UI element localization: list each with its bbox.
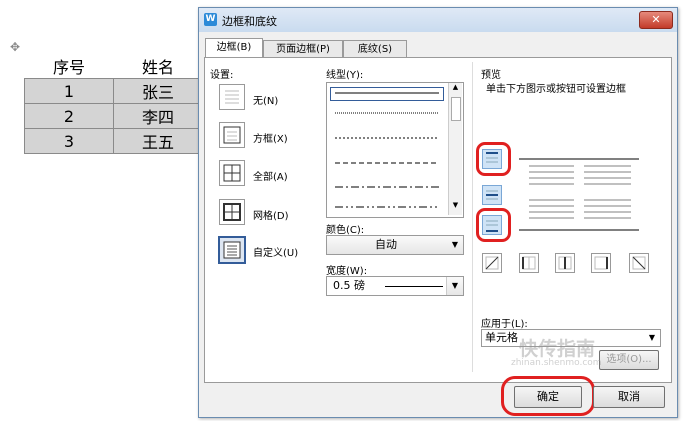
table-cell[interactable]: 王五: [113, 128, 203, 154]
right-border-icon[interactable]: [591, 253, 611, 273]
table-header-cell[interactable]: 姓名: [113, 54, 203, 79]
move-table-handle-icon[interactable]: ✥: [10, 40, 20, 54]
diagonal-down-border-icon[interactable]: [482, 253, 502, 273]
border-grid-icon[interactable]: [219, 199, 245, 225]
setting-custom-label[interactable]: 自定义(U): [253, 244, 298, 259]
watermark-url: zhinan.shenmo.com: [511, 358, 602, 368]
table-row: 3 王五: [24, 128, 203, 154]
inner-horizontal-border-icon[interactable]: [482, 185, 502, 205]
border-custom-icon[interactable]: [218, 236, 246, 264]
borders-shading-dialog: W 边框和底纹 ✕ 边框(B) 页面边框(P) 底纹(S) 设置: 无(N) 方…: [198, 7, 678, 418]
left-border-icon[interactable]: [519, 253, 539, 273]
preview-hint: 单击下方图示或按钮可设置边框: [486, 84, 626, 95]
line-style-listbox[interactable]: ▲ ▼: [326, 82, 464, 218]
width-sample-line: [385, 286, 443, 287]
setting-none-label[interactable]: 无(N): [253, 92, 278, 107]
table-header-row: 序号 姓名: [24, 54, 203, 79]
table-cell[interactable]: 1: [24, 78, 114, 104]
apply-to-label: 应用于(L):: [481, 319, 528, 330]
width-select[interactable]: 0.5 磅 ▼: [326, 276, 464, 296]
scroll-up-icon[interactable]: ▲: [449, 83, 462, 95]
tab-borders[interactable]: 边框(B): [205, 38, 263, 59]
line-style-scrollbar[interactable]: ▲ ▼: [448, 83, 462, 215]
apply-to-value: 单元格: [485, 331, 518, 344]
bottom-border-icon[interactable]: [482, 215, 502, 235]
table-row: 1 张三: [24, 78, 203, 104]
chevron-down-icon: ▼: [648, 333, 656, 342]
color-label: 颜色(C):: [326, 225, 365, 236]
setting-box-label[interactable]: 方框(X): [253, 130, 288, 145]
top-border-icon[interactable]: [482, 149, 502, 169]
width-value: 0.5 磅: [333, 279, 365, 292]
width-label: 宽度(W):: [326, 266, 368, 277]
color-select[interactable]: 自动 ▼: [326, 235, 464, 255]
table-cell[interactable]: 张三: [113, 78, 203, 104]
chevron-down-icon: ▼: [451, 240, 459, 249]
preview-label: 预览: [481, 70, 501, 81]
separator: [472, 62, 473, 372]
inner-vertical-border-icon[interactable]: [555, 253, 575, 273]
scroll-down-icon[interactable]: ▼: [449, 201, 462, 213]
watermark-text: 快传指南: [519, 338, 596, 360]
wps-app-icon: W: [204, 13, 217, 26]
chevron-down-icon: ▼: [446, 277, 463, 295]
border-all-icon[interactable]: [219, 160, 245, 186]
cancel-button[interactable]: 取消: [593, 386, 665, 408]
table-header-cell[interactable]: 序号: [24, 54, 114, 79]
table-cell[interactable]: 3: [24, 128, 114, 154]
preview-area[interactable]: [519, 156, 639, 240]
dialog-titlebar[interactable]: W 边框和底纹 ✕: [199, 8, 677, 32]
ok-button[interactable]: 确定: [514, 386, 582, 408]
line-style-options: [335, 92, 439, 208]
options-button[interactable]: 选项(O)...: [599, 350, 659, 370]
diagonal-up-border-icon[interactable]: [629, 253, 649, 273]
line-style-label: 线型(Y):: [326, 70, 364, 81]
document-table: 序号 姓名 1 张三 2 李四 3 王五: [24, 54, 203, 154]
dialog-title: 边框和底纹: [222, 15, 277, 28]
color-value: 自动: [375, 238, 397, 251]
setting-all-label[interactable]: 全部(A): [253, 168, 288, 183]
tab-shading[interactable]: 底纹(S): [343, 40, 407, 58]
table-cell[interactable]: 2: [24, 103, 114, 129]
table-row: 2 李四: [24, 103, 203, 129]
tab-page-border[interactable]: 页面边框(P): [263, 40, 343, 58]
settings-label: 设置:: [210, 70, 234, 81]
setting-grid-label[interactable]: 网格(D): [253, 207, 289, 222]
table-cell[interactable]: 李四: [113, 103, 203, 129]
border-box-icon[interactable]: [219, 122, 245, 148]
border-none-icon[interactable]: [219, 84, 245, 110]
scroll-thumb[interactable]: [451, 97, 461, 121]
close-button[interactable]: ✕: [639, 11, 673, 29]
